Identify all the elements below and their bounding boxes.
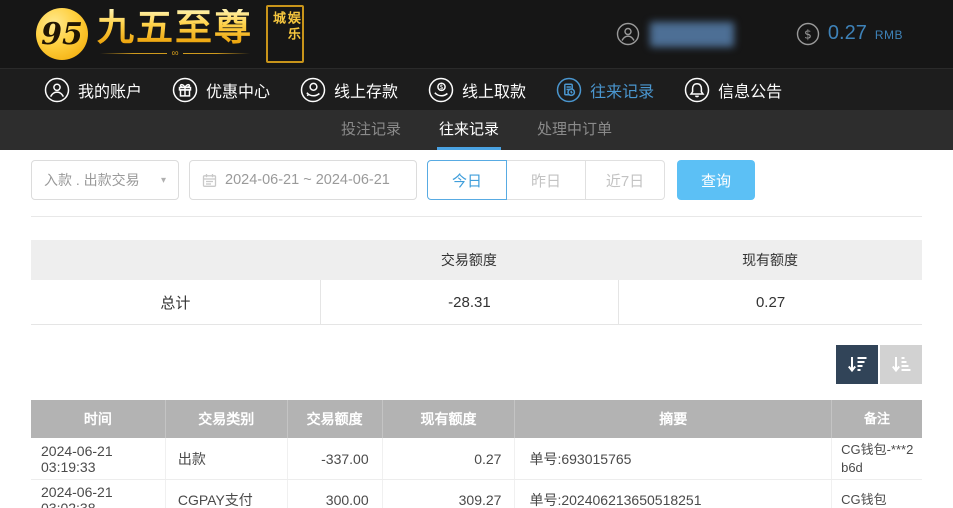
filter-row: 入款 . 出款交易 ▾ 2024-06-21 ~ 2024-06-21 今日 昨… [31, 160, 922, 200]
dollar-icon: $ [796, 22, 820, 46]
quick-range-group: 今日 昨日 近7日 [427, 160, 665, 200]
calendar-icon [202, 173, 217, 188]
cell-type: CGPAY支付 [166, 480, 288, 508]
search-button[interactable]: 查询 [677, 160, 755, 200]
summary-balance-total: 0.27 [618, 280, 922, 324]
cell-amount: -337.00 [288, 438, 383, 480]
gift-icon [172, 77, 198, 103]
select-value: 入款 . 出款交易 [44, 172, 140, 188]
user-circle-icon [44, 77, 70, 103]
svg-text:$: $ [804, 28, 812, 42]
summary-total-row: 总计 -28.31 0.27 [31, 280, 922, 325]
transactions-table: 时间 交易类别 交易额度 现有额度 摘要 备注 2024-06-21 03:19… [31, 400, 922, 508]
cell-remark: CG钱包 [841, 491, 887, 507]
nav-item-announcements[interactable]: 信息公告 [684, 77, 782, 103]
nav-label: 线上存款 [334, 83, 399, 101]
user-account-area[interactable] [616, 21, 734, 47]
header-type: 交易类别 [166, 400, 288, 438]
tab-label: 处理中订单 [537, 121, 613, 138]
user-icon [616, 22, 640, 46]
balance-display: $ 0.27 RMB [796, 22, 903, 46]
cell-balance: 0.27 [383, 438, 516, 480]
today-button[interactable]: 今日 [427, 160, 507, 200]
svg-text:$: $ [439, 83, 443, 91]
cell-summary: 单号:693015765 [515, 438, 833, 480]
withdraw-coin-icon: $ [428, 77, 454, 103]
content-area: 入款 . 出款交易 ▾ 2024-06-21 ~ 2024-06-21 今日 昨… [0, 150, 953, 508]
nav-label: 往来记录 [590, 83, 655, 101]
transaction-type-select[interactable]: 入款 . 出款交易 ▾ [31, 160, 179, 200]
nav-label: 线上取款 [462, 83, 527, 101]
summary-total-label: 总计 [160, 294, 191, 312]
chevron-down-icon: ▾ [160, 174, 166, 186]
top-header: 95 九五至尊 ∞ 娱乐城 $ 0.27 RMB [0, 0, 953, 68]
summary-table: 交易额度 现有额度 总计 -28.31 0.27 [31, 240, 922, 325]
table-row: 2024-06-21 03:19:33 出款 -337.00 0.27 单号:6… [31, 438, 922, 481]
balance-currency: RMB [874, 28, 903, 42]
sort-ascending-icon [889, 353, 913, 377]
tab-betting-records[interactable]: 投注记录 [339, 110, 403, 150]
nav-item-promotions[interactable]: 优惠中心 [172, 77, 270, 103]
tab-pending-orders[interactable]: 处理中订单 [535, 110, 614, 150]
header-time: 时间 [31, 400, 166, 438]
header-summary: 摘要 [515, 400, 833, 438]
main-nav: 我的账户 优惠中心 线上存款 $ 线上取款 往来记录 信息公告 [0, 68, 953, 110]
cell-amount: 300.00 [288, 480, 383, 508]
deposit-coin-icon [300, 77, 326, 103]
balance-value: 0.27 [827, 22, 867, 44]
cell-balance: 309.27 [383, 480, 516, 508]
sort-ascending-button[interactable] [880, 345, 922, 384]
header-remark: 备注 [864, 411, 891, 427]
brand-title: 九五至尊 [97, 6, 253, 48]
bell-icon [684, 77, 710, 103]
logo-flourish-decoration: ∞ [100, 48, 251, 59]
yesterday-button[interactable]: 昨日 [506, 160, 586, 200]
summary-header-balance: 现有额度 [742, 252, 799, 268]
nav-item-transaction-records[interactable]: 往来记录 [556, 77, 654, 103]
sort-controls [31, 345, 922, 384]
summary-transaction-total: -28.31 [319, 280, 618, 324]
sort-descending-icon [845, 353, 869, 377]
date-range-input[interactable]: 2024-06-21 ~ 2024-06-21 [189, 160, 417, 200]
summary-header-row: 交易额度 现有额度 [31, 240, 922, 280]
records-clipboard-icon [556, 77, 582, 103]
brand-logo[interactable]: 95 九五至尊 ∞ 娱乐城 [36, 5, 304, 63]
nav-label: 我的账户 [78, 83, 143, 101]
table-row: 2024-06-21 03:02:38 CGPAY支付 300.00 309.2… [31, 480, 922, 508]
nav-item-deposit[interactable]: 线上存款 [300, 77, 398, 103]
nav-item-my-account[interactable]: 我的账户 [44, 77, 142, 103]
cell-summary: 单号:202406213650518251 [515, 480, 833, 508]
nav-label: 信息公告 [718, 83, 783, 101]
nav-item-withdraw[interactable]: $ 线上取款 [428, 77, 526, 103]
tab-label: 投注记录 [340, 121, 401, 138]
table-header-row: 时间 交易类别 交易额度 现有额度 摘要 备注 [31, 400, 922, 438]
username-redacted [649, 21, 734, 47]
cell-time: 2024-06-21 03:19:33 [31, 438, 166, 480]
header-balance: 现有额度 [383, 400, 516, 438]
cell-time: 2024-06-21 03:02:38 [31, 480, 166, 508]
date-range-value: 2024-06-21 ~ 2024-06-21 [225, 172, 390, 188]
summary-header-blank [31, 240, 320, 280]
nav-label: 优惠中心 [206, 83, 271, 101]
header-amount: 交易额度 [288, 400, 383, 438]
cell-remark: CG钱包-***2b6d [841, 442, 914, 475]
logo-text: 九五至尊 ∞ [97, 6, 253, 60]
section-divider [31, 216, 922, 217]
summary-header-transaction: 交易额度 [440, 252, 497, 268]
sub-tab-bar: 投注记录 往来记录 处理中订单 [0, 110, 953, 150]
last7days-button[interactable]: 近7日 [585, 160, 665, 200]
brand-subtitle: 娱乐城 [266, 5, 304, 63]
logo-95-icon: 95 [36, 8, 88, 60]
sort-descending-button[interactable] [836, 345, 878, 384]
tab-label: 往来记录 [438, 121, 499, 138]
tab-transaction-records[interactable]: 往来记录 [436, 110, 501, 150]
cell-type: 出款 [166, 438, 288, 480]
